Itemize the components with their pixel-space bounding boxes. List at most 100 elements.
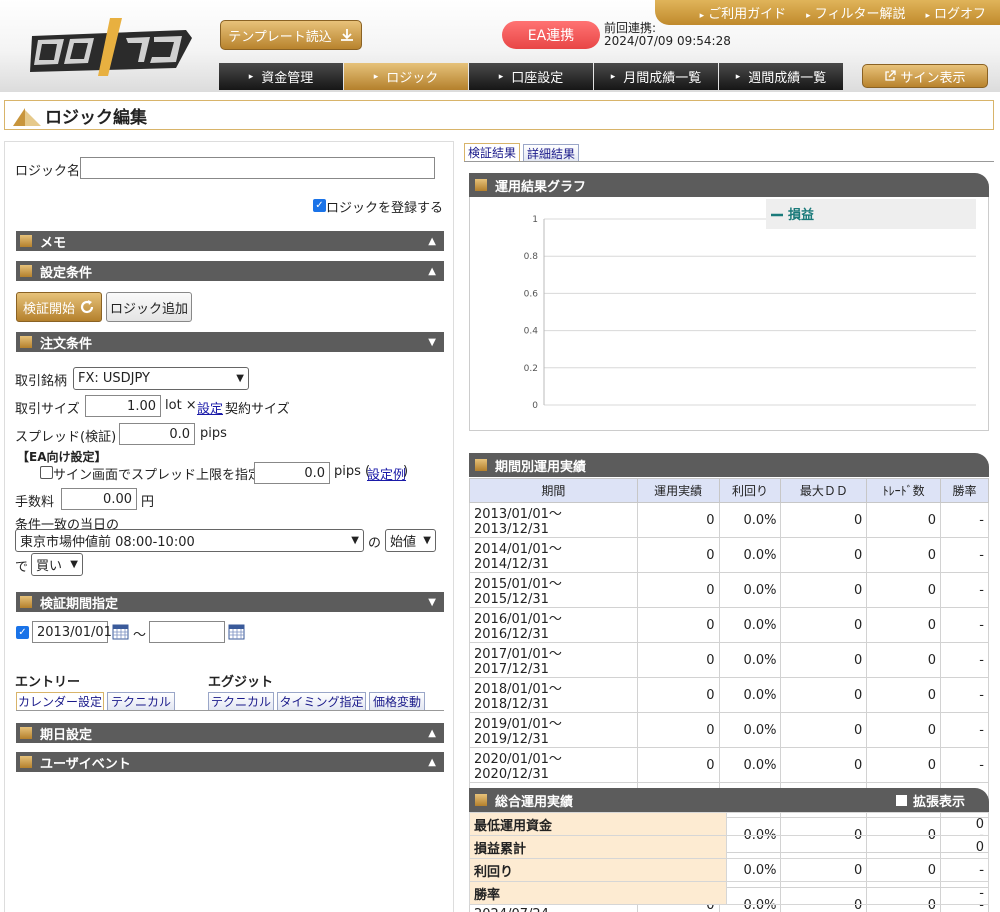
ea-spread-input[interactable]: 0.0 [254,462,330,484]
side-prefix-label: で [15,560,29,575]
ea-spread-limit-label: サイン画面でスプレッド上限を指定 [53,468,262,483]
section-user-event[interactable]: ユーザイベント ▲ [16,752,444,772]
expand-view-toggle[interactable]: 拡張表示 [895,791,965,810]
price-type-select[interactable]: 始値 ▼ [385,529,436,552]
add-logic-button[interactable]: ロジック追加 [106,292,192,322]
logic-edit-panel: ロジック名 ✓ ロジックを登録する メモ ▲ 設定条件 ▲ 検証開始 ロジック追加 … [4,141,454,912]
condition-select[interactable]: 東京市場仲値前 08:00-10:00 ▼ [15,529,364,552]
logic-name-label: ロジック名 [15,164,81,179]
page-title: ロジック編集 [45,107,147,128]
ea-link-button[interactable]: EA連携 [502,21,600,49]
section-memo[interactable]: メモ ▲ [16,231,444,251]
table-cell: 0.0% [718,677,782,713]
symbol-select[interactable]: FX: USDJPY ▼ [73,367,249,390]
register-logic-label: ロジックを登録する [326,201,444,216]
link-logoff-label: ログオフ [933,7,986,22]
period-col-header: ﾄﾚｰﾄﾞ数 [866,478,942,503]
tab-exit-timing[interactable]: タイミング指定 [277,692,366,710]
calendar-icon[interactable] [112,623,129,640]
nav-account-settings[interactable]: ▸ 口座設定 [469,63,593,90]
table-cell: 0 [780,537,868,573]
chevron-down-icon: ▼ [70,559,78,570]
result-line-chart: 0 0.2 0.4 0.6 0.8 1 損益 [524,199,976,411]
tab-entry-technical[interactable]: テクニカル [107,692,175,710]
table-cell: 2019/01/01～2019/12/31 [469,712,638,748]
refresh-icon [80,300,94,314]
summary-row: 最低運用資金 0 [469,812,989,836]
section-order[interactable]: 注文条件 ▼ [16,332,444,352]
period-tilde: ～ [133,628,147,643]
table-cell: 0 [780,642,868,678]
ea-spread-close-paren: ) [403,464,409,479]
size-setting-link[interactable]: 設定 [197,398,223,417]
table-cell: 0 [866,572,942,608]
logic-name-input[interactable] [80,157,435,179]
collapse-up-icon: ▲ [428,727,436,739]
tab-exit-technical[interactable]: テクニカル [208,692,274,710]
period-col-header: 利回り [718,478,782,503]
nav-logic[interactable]: ▸ ロジック [344,63,468,90]
register-logic-checkbox[interactable]: ✓ [313,199,326,212]
tab-label: カレンダー設定 [17,695,102,709]
table-row: 2013/01/01～2013/12/31 0 0.0% 0 0- [469,502,989,538]
template-load-button[interactable]: テンプレート読込 [220,20,362,50]
section-user-event-label: ユーザイベント [40,756,131,772]
section-conditions-label: 設定条件 [40,265,93,281]
nav-label: 月間成績一覧 [623,71,702,86]
table-cell: - [940,747,989,783]
summary-table-body: 最低運用資金 0 損益累計 0 利回り - 勝率 - [469,812,989,905]
period-from-input[interactable]: 2013/01/01 [32,621,112,643]
section-marker-icon [20,596,32,608]
size-label: 取引サイズ [15,402,80,417]
sign-display-button[interactable]: サイン表示 [862,64,988,88]
table-row: 2015/01/01～2015/12/31 0 0.0% 0 0- [469,572,989,608]
tab-verify-result[interactable]: 検証結果 [464,143,520,161]
period-checkbox[interactable]: ✓ [16,626,29,639]
expand-checkbox-icon [895,794,907,806]
link-logoff[interactable]: ▸ ログオフ [925,3,986,22]
tab-exit-price-change[interactable]: 価格変動 [369,692,425,710]
period-to-input[interactable] [149,621,225,643]
table-row: 2018/01/01～2018/12/31 0 0.0% 0 0- [469,677,989,713]
table-cell: 0.0% [718,642,782,678]
last-sync: 前回連携: 2024/07/09 09:54:28 [604,22,731,48]
tab-detail-result[interactable]: 詳細結果 [523,144,579,162]
setting-example-link[interactable]: 設定例 [367,464,406,483]
table-cell: 0 [866,607,942,643]
nav-monthly-results[interactable]: ▸ 月間成績一覧 [594,63,718,90]
calendar-icon[interactable] [228,623,245,640]
download-icon [340,29,353,41]
summary-title: 総合運用実績 [495,794,574,810]
ea-settings-header: 【EA向け設定】 [17,450,107,464]
verify-start-button[interactable]: 検証開始 [16,292,102,322]
logo[interactable] [26,16,198,78]
nav-money-management[interactable]: ▸ 資金管理 [219,63,343,90]
table-cell: - [940,607,989,643]
last-sync-value: 2024/07/09 09:54:28 [604,34,731,48]
table-row: 2014/01/01～2014/12/31 0 0.0% 0 0- [469,537,989,573]
tab-label: 検証結果 [467,146,516,160]
ea-spread-limit-checkbox[interactable] [40,466,53,479]
section-conditions[interactable]: 設定条件 ▲ [16,261,444,281]
section-marker-icon [20,265,32,277]
section-period[interactable]: 検証期間指定 ▼ [16,592,444,612]
fee-input[interactable]: 0.00 [61,488,137,510]
table-cell: 0 [636,677,720,713]
spread-unit: pips [200,426,227,441]
table-cell: - [940,642,989,678]
link-guide[interactable]: ▸ ご利用ガイド [700,3,787,22]
side-select[interactable]: 買い ▼ [31,553,83,576]
ea-link-label: EA連携 [527,28,575,44]
spread-label: スプレッド(検証) [15,430,117,445]
section-date-setting[interactable]: 期日設定 ▲ [16,723,444,743]
y-tick-label: 1 [532,215,538,225]
tab-entry-calendar[interactable]: カレンダー設定 [16,692,104,710]
nav-weekly-results[interactable]: ▸ 週間成績一覧 [719,63,843,90]
link-filter-guide[interactable]: ▸ フィルター解説 [806,3,905,22]
spread-input[interactable]: 0.0 [119,423,195,445]
size-input[interactable]: 1.00 [85,395,161,417]
price-type-value: 始値 [390,535,417,550]
link-guide-label: ご利用ガイド [708,7,787,22]
main-nav: ▸ 資金管理 ▸ ロジック ▸ 口座設定 ▸ 月間成績一覧 ▸ 週間成績一覧 [219,63,844,91]
summary-key: 利回り [469,858,727,882]
